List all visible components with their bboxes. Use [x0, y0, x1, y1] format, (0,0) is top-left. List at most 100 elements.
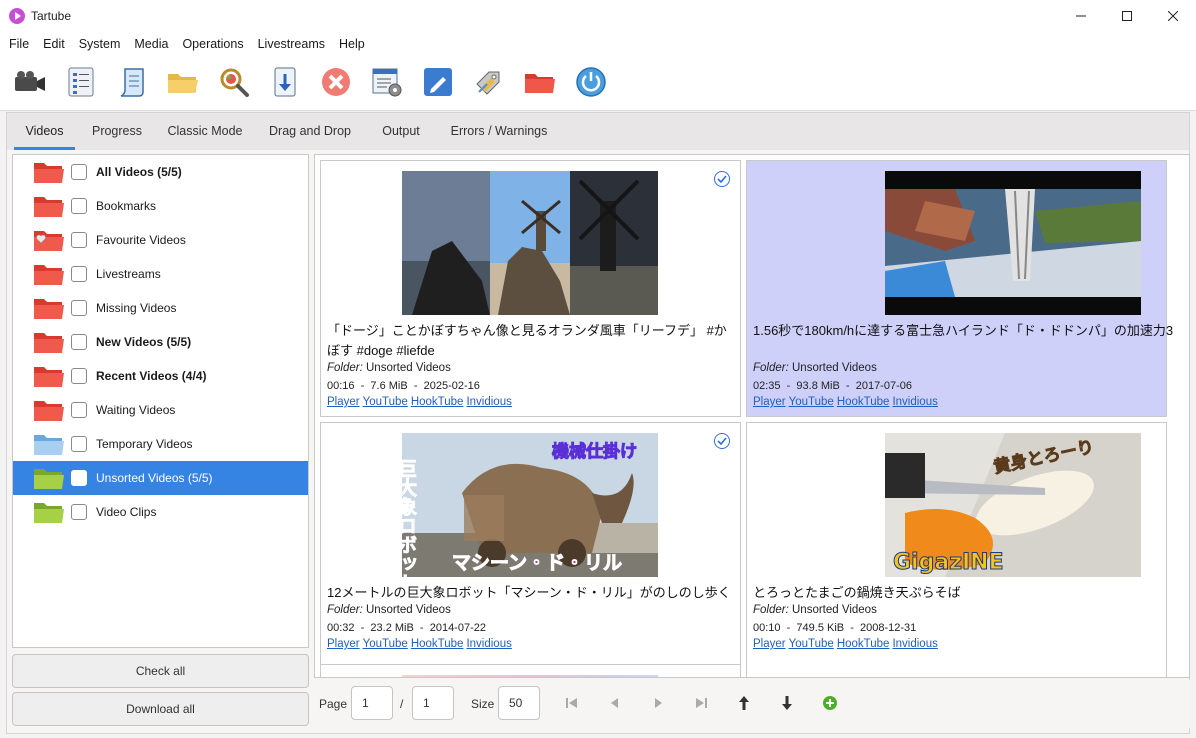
menu-edit[interactable]: Edit: [36, 37, 72, 51]
tab-drag-and-drop[interactable]: Drag and Drop: [263, 113, 357, 150]
list-icon[interactable]: [61, 64, 101, 100]
checked-icon[interactable]: [714, 433, 730, 449]
link-player[interactable]: Player: [327, 396, 360, 408]
link-hooktube[interactable]: HookTube: [837, 396, 890, 408]
video-thumbnail[interactable]: [402, 675, 658, 677]
check-all-button[interactable]: Check all: [12, 654, 309, 688]
sidebar-item-label: Favourite Videos: [96, 233, 186, 247]
video-card[interactable]: 巨大象ロボット 機械仕掛け マシーン・ド・リル 12メートルの巨大象ロボット「マ…: [320, 422, 741, 677]
sidebar-checkbox[interactable]: [71, 470, 87, 486]
tab-progress[interactable]: Progress: [84, 113, 150, 150]
link-youtube[interactable]: YouTube: [789, 638, 834, 650]
download-all-button[interactable]: Download all: [12, 692, 309, 726]
link-youtube[interactable]: YouTube: [363, 396, 408, 408]
pencil-icon[interactable]: [418, 64, 458, 100]
link-invidious[interactable]: Invidious: [466, 396, 511, 408]
tab-videos[interactable]: Videos: [14, 113, 75, 150]
link-youtube[interactable]: YouTube: [789, 396, 834, 408]
video-title[interactable]: 1.56秒で180km/hに達する富士急ハイランド「ド・ドドンパ」の加速力3.7…: [753, 321, 1173, 341]
folder-icon: [33, 263, 65, 286]
camera-icon[interactable]: [10, 64, 50, 100]
sidebar-checkbox[interactable]: [71, 164, 87, 180]
scroll-down-icon[interactable]: [778, 694, 796, 712]
sidebar-item[interactable]: Recent Videos (4/4): [13, 359, 308, 393]
settings-list-icon[interactable]: [367, 64, 407, 100]
link-hooktube[interactable]: HookTube: [411, 396, 464, 408]
folder-icon: [33, 433, 65, 456]
sidebar-item[interactable]: Favourite Videos: [13, 223, 308, 257]
add-icon[interactable]: [821, 694, 839, 712]
tab-output[interactable]: Output: [371, 113, 431, 150]
sidebar-checkbox[interactable]: [71, 436, 87, 452]
link-hooktube[interactable]: HookTube: [411, 638, 464, 650]
sidebar-checkbox[interactable]: [71, 300, 87, 316]
page-input[interactable]: 1: [351, 686, 393, 720]
last-page-icon[interactable]: [692, 694, 710, 712]
power-icon[interactable]: [571, 64, 611, 100]
search-icon[interactable]: [214, 64, 254, 100]
video-title[interactable]: とろっとたまごの鍋焼き天ぷらそば: [753, 583, 1163, 603]
folder-red-icon[interactable]: [520, 64, 560, 100]
sidebar-item[interactable]: Temporary Videos: [13, 427, 308, 461]
link-player[interactable]: Player: [753, 396, 786, 408]
scroll-icon[interactable]: [112, 64, 152, 100]
menu-operations[interactable]: Operations: [175, 37, 250, 51]
tags-icon[interactable]: [469, 64, 509, 100]
video-card[interactable]: 1.56秒で180km/hに達する富士急ハイランド「ド・ドドンパ」の加速力3.7…: [746, 160, 1173, 417]
download-icon[interactable]: [265, 64, 305, 100]
video-title[interactable]: 「ドージ」ことかぼすちゃん像と見るオランダ風車「リーフデ」 #かぼす #doge…: [327, 321, 737, 361]
size-input[interactable]: 50: [498, 686, 540, 720]
sidebar-checkbox[interactable]: [71, 198, 87, 214]
close-icon[interactable]: [1150, 0, 1196, 32]
link-invidious[interactable]: Invidious: [466, 638, 511, 650]
video-thumbnail[interactable]: 巨大象ロボット 機械仕掛け マシーン・ド・リル: [402, 433, 658, 577]
sidebar-checkbox[interactable]: [71, 402, 87, 418]
sidebar-item-label: All Videos (5/5): [96, 165, 182, 179]
next-page-icon[interactable]: [649, 694, 667, 712]
folder-icon: [33, 399, 65, 422]
tab-classic-mode[interactable]: Classic Mode: [162, 113, 248, 150]
video-card[interactable]: [320, 664, 741, 677]
tab-errors-warnings[interactable]: Errors / Warnings: [444, 113, 554, 150]
link-player[interactable]: Player: [327, 638, 360, 650]
sidebar-item[interactable]: New Videos (5/5): [13, 325, 308, 359]
video-links: Player YouTube HookTube Invidious: [753, 396, 941, 408]
link-youtube[interactable]: YouTube: [363, 638, 408, 650]
sidebar-checkbox[interactable]: [71, 334, 87, 350]
sidebar-checkbox[interactable]: [71, 232, 87, 248]
maximize-icon[interactable]: [1104, 0, 1150, 32]
video-thumbnail[interactable]: 黄身とろーり GigazINE: [885, 433, 1141, 577]
link-invidious[interactable]: Invidious: [892, 638, 937, 650]
video-card[interactable]: 「ドージ」ことかぼすちゃん像と見るオランダ風車「リーフデ」 #かぼす #doge…: [320, 160, 741, 417]
stop-icon[interactable]: [316, 64, 356, 100]
link-player[interactable]: Player: [753, 638, 786, 650]
sidebar-item[interactable]: Unsorted Videos (5/5): [13, 461, 308, 495]
menu-help[interactable]: Help: [332, 37, 372, 51]
minimize-icon[interactable]: [1058, 0, 1104, 32]
sidebar-item[interactable]: All Videos (5/5): [13, 155, 308, 189]
sidebar-item[interactable]: Bookmarks: [13, 189, 308, 223]
video-thumbnail[interactable]: [885, 171, 1141, 315]
video-thumbnail[interactable]: [402, 171, 658, 315]
menu-media[interactable]: Media: [127, 37, 175, 51]
video-title[interactable]: 12メートルの巨大象ロボット「マシーン・ド・リル」がのしのし歩く: [327, 583, 737, 603]
link-hooktube[interactable]: HookTube: [837, 638, 890, 650]
sidebar-item[interactable]: Missing Videos: [13, 291, 308, 325]
scroll-up-icon[interactable]: [735, 694, 753, 712]
previous-page-icon[interactable]: [606, 694, 624, 712]
link-invidious[interactable]: Invidious: [892, 396, 937, 408]
sidebar-checkbox[interactable]: [71, 266, 87, 282]
menu-livestreams[interactable]: Livestreams: [251, 37, 332, 51]
checked-icon[interactable]: [714, 171, 730, 187]
video-card[interactable]: 黄身とろーり GigazINE とろっとたまごの鍋焼き天ぷらそば Folder:…: [746, 422, 1167, 677]
folder-open-icon[interactable]: [163, 64, 203, 100]
menu-file[interactable]: File: [2, 37, 36, 51]
sidebar-item[interactable]: Waiting Videos: [13, 393, 308, 427]
sidebar-item[interactable]: Livestreams: [13, 257, 308, 291]
sidebar-checkbox[interactable]: [71, 504, 87, 520]
folder-icon: [33, 161, 65, 184]
first-page-icon[interactable]: [563, 694, 581, 712]
menu-system[interactable]: System: [72, 37, 128, 51]
sidebar-checkbox[interactable]: [71, 368, 87, 384]
sidebar-item[interactable]: Video Clips: [13, 495, 308, 529]
